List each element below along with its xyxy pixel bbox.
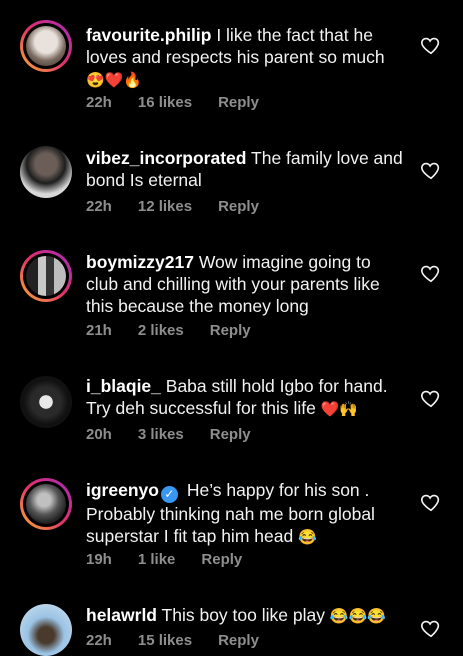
heart-outline-icon[interactable] <box>420 262 442 284</box>
username[interactable]: helawrld <box>86 605 157 625</box>
likes-count[interactable]: 1 like <box>138 551 176 568</box>
timestamp: 22h <box>86 632 112 649</box>
heart-outline-icon[interactable] <box>420 617 442 639</box>
username[interactable]: i_blaqie_ <box>86 376 161 396</box>
username[interactable]: vibez_incorporated <box>86 148 246 168</box>
heart-outline-icon[interactable] <box>420 491 442 513</box>
username[interactable]: igreenyo <box>86 480 159 500</box>
avatar[interactable] <box>20 604 72 656</box>
likes-count[interactable]: 2 likes <box>138 322 184 339</box>
comment-text: This boy too like play <box>161 605 325 625</box>
username[interactable]: boymizzy217 <box>86 252 194 272</box>
reply-button[interactable]: Reply <box>218 632 259 649</box>
likes-count[interactable]: 3 likes <box>138 426 184 443</box>
avatar[interactable] <box>20 376 72 428</box>
reply-button[interactable]: Reply <box>218 198 259 215</box>
verified-badge-icon: ✓ <box>160 486 178 503</box>
reply-button[interactable]: Reply <box>218 94 259 111</box>
comment-emoji: 😂 <box>298 529 317 546</box>
comment-emoji: 😍❤️🔥 <box>86 72 143 89</box>
likes-count[interactable]: 12 likes <box>138 198 192 215</box>
heart-outline-icon[interactable] <box>420 34 442 56</box>
reply-button[interactable]: Reply <box>201 551 242 568</box>
timestamp: 21h <box>86 322 112 339</box>
username[interactable]: favourite.philip <box>86 25 211 45</box>
timestamp: 19h <box>86 551 112 568</box>
comment-emoji: 😂😂😂 <box>329 608 386 625</box>
comment-emoji: ❤️🙌 <box>320 401 359 418</box>
heart-outline-icon[interactable] <box>420 159 442 181</box>
avatar[interactable] <box>20 478 72 530</box>
timestamp: 22h <box>86 94 112 111</box>
heart-outline-icon[interactable] <box>420 387 442 409</box>
likes-count[interactable]: 15 likes <box>138 632 192 649</box>
avatar[interactable] <box>20 146 72 198</box>
timestamp: 20h <box>86 426 112 443</box>
reply-button[interactable]: Reply <box>210 322 251 339</box>
likes-count[interactable]: 16 likes <box>138 94 192 111</box>
timestamp: 22h <box>86 198 112 215</box>
avatar[interactable] <box>20 250 72 302</box>
reply-button[interactable]: Reply <box>210 426 251 443</box>
avatar[interactable] <box>20 20 72 72</box>
